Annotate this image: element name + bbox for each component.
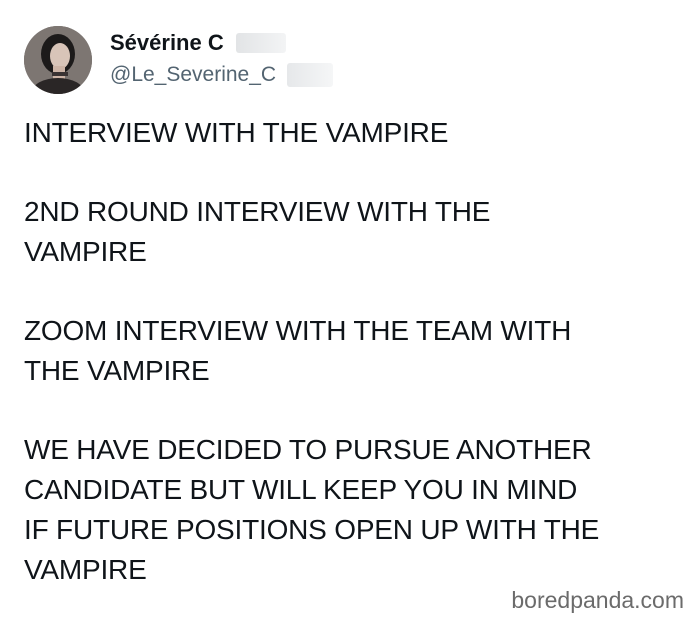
avatar[interactable] — [24, 26, 92, 94]
user-handle[interactable]: @Le_Severine_C — [110, 62, 276, 88]
display-name[interactable]: Sévérine C — [110, 30, 224, 56]
tweet-paragraph: 2ND ROUND INTERVIEW WITH THE VAMPIRE — [24, 196, 491, 267]
profile-photo-icon — [24, 26, 92, 94]
handle-redaction — [287, 63, 333, 87]
name-redaction — [236, 33, 286, 53]
tweet-paragraph: INTERVIEW WITH THE VAMPIRE — [24, 117, 449, 148]
tweet-paragraph: WE HAVE DECIDED TO PURSUE ANOTHER CANDID… — [24, 434, 600, 585]
tweet-card: Sévérine C @Le_Severine_C INTERVIEW WITH… — [0, 0, 700, 622]
watermark: boredpanda.com — [511, 587, 684, 613]
tweet-paragraph: ZOOM INTERVIEW WITH THE TEAM WITH THE VA… — [24, 315, 572, 386]
tweet-text: INTERVIEW WITH THE VAMPIRE 2ND ROUND INT… — [24, 113, 684, 590]
